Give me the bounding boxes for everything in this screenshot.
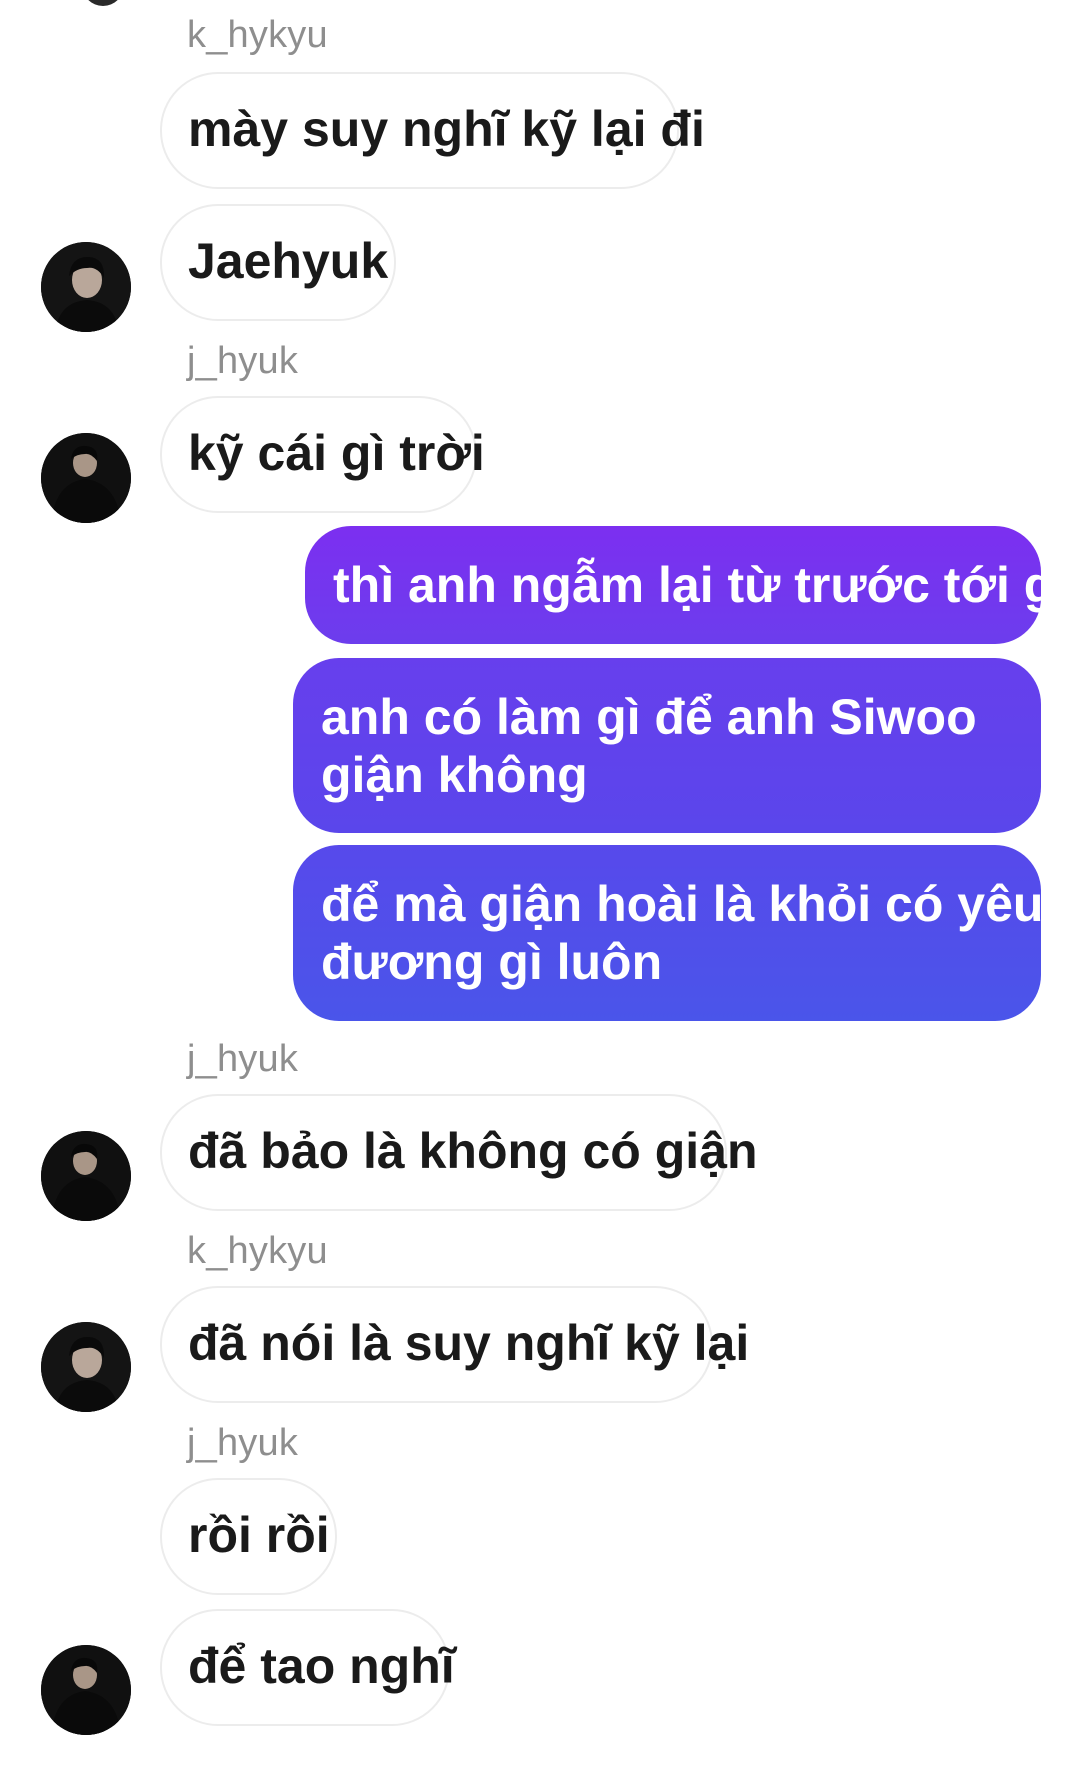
message-text: mày suy nghĩ kỹ lại đi <box>188 101 705 157</box>
sender-name: j_hyuk <box>187 1422 299 1464</box>
message-text: đã bảo là không có giận <box>188 1123 758 1179</box>
message-text-line: anh có làm gì để anh Siwoo <box>321 689 977 745</box>
message-text: để tao nghĩ <box>188 1638 455 1694</box>
incoming-message-bubble[interactable]: kỹ cái gì trời <box>160 396 485 513</box>
message-text-line: để mà giận hoài là khỏi có yêu <box>321 876 1044 932</box>
message-text-line: giận không <box>321 747 588 803</box>
message-text: thì anh ngẫm lại từ trước tới giờ <box>333 557 1080 613</box>
incoming-message-bubble[interactable]: đã bảo là không có giận <box>160 1094 758 1211</box>
message-text-line: đương gì luôn <box>321 934 663 990</box>
incoming-message-bubble[interactable]: để tao nghĩ <box>160 1609 455 1726</box>
avatar[interactable] <box>41 1645 131 1735</box>
message-text: rồi rồi <box>188 1507 330 1563</box>
message-text: kỹ cái gì trời <box>188 425 485 481</box>
incoming-message-bubble[interactable]: rồi rồi <box>160 1478 337 1595</box>
chat-thread: k_hykyu mày suy nghĩ kỹ lại đi Jaehyuk j… <box>0 0 1080 1769</box>
avatar[interactable] <box>41 1131 131 1221</box>
incoming-message-bubble[interactable]: Jaehyuk <box>160 204 396 321</box>
incoming-message-bubble[interactable]: mày suy nghĩ kỹ lại đi <box>160 72 705 189</box>
message-text: đã nói là suy nghĩ kỹ lại <box>188 1315 750 1371</box>
incoming-message-bubble[interactable]: đã nói là suy nghĩ kỹ lại <box>160 1286 749 1403</box>
sender-name: j_hyuk <box>187 340 299 382</box>
outgoing-message-bubble[interactable]: thì anh ngẫm lại từ trước tới giờ <box>305 526 1080 644</box>
sender-name: k_hykyu <box>187 14 328 56</box>
avatar[interactable] <box>41 1322 131 1412</box>
message-text: Jaehyuk <box>188 233 389 289</box>
outgoing-message-bubble[interactable]: để mà giận hoài là khỏi có yêu đương gì … <box>293 845 1044 1021</box>
outgoing-message-bubble[interactable]: anh có làm gì để anh Siwoo giận không <box>293 658 1041 833</box>
avatar[interactable] <box>41 242 131 332</box>
sender-name: k_hykyu <box>187 1230 328 1272</box>
avatar[interactable] <box>82 0 124 6</box>
avatar[interactable] <box>41 433 131 523</box>
sender-name: j_hyuk <box>187 1038 299 1080</box>
